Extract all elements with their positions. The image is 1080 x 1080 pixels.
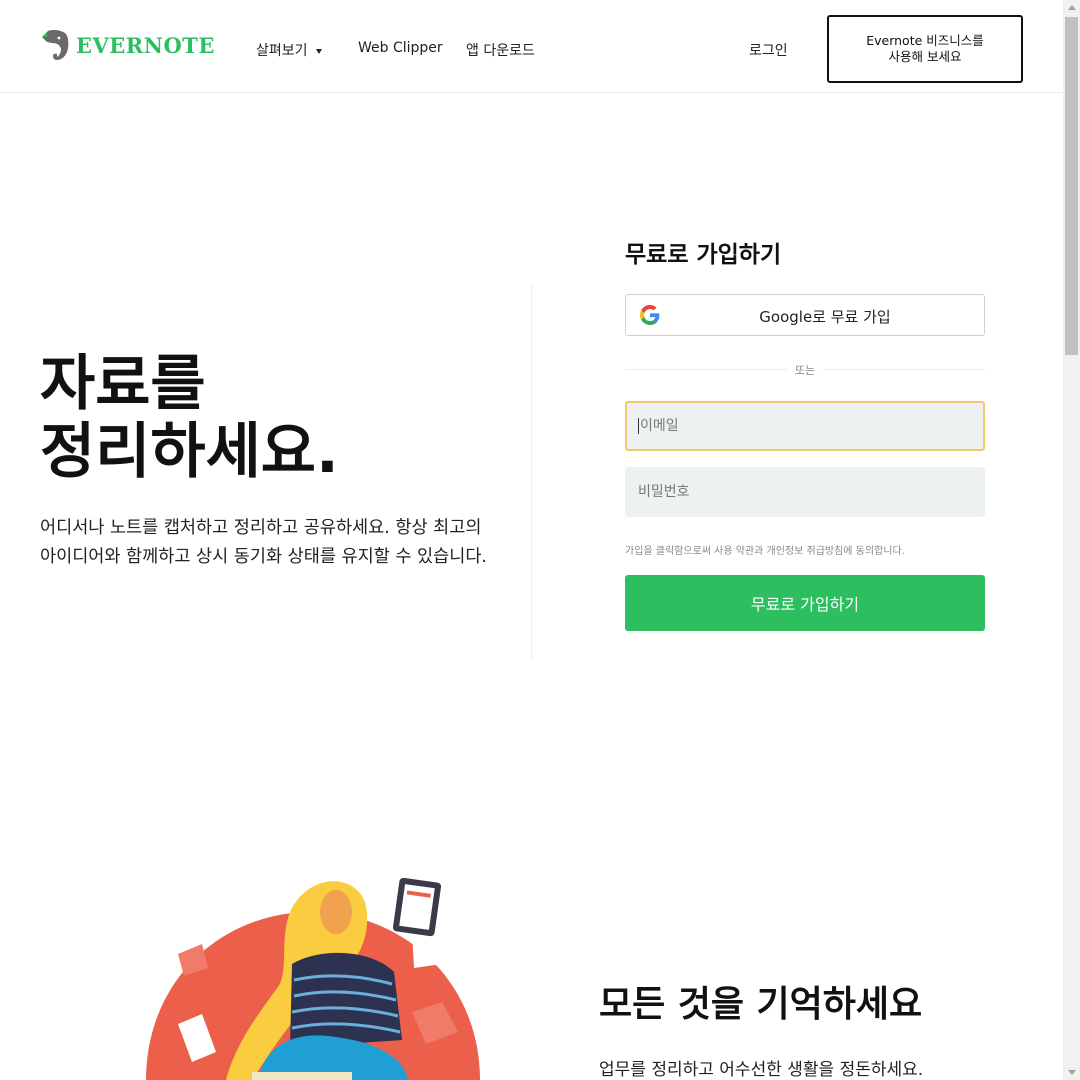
- email-placeholder: 이메일: [640, 418, 679, 434]
- section-description: 업무를 정리하고 어수선한 생활을 정돈하세요.: [599, 1060, 924, 1080]
- google-signup-button[interactable]: Google로 무료 가입: [625, 294, 985, 336]
- nav-web-clipper[interactable]: Web Clipper: [358, 40, 443, 56]
- nav-app-download[interactable]: 앱 다운로드: [466, 40, 535, 60]
- hero-description: 어디서나 노트를 캡처하고 정리하고 공유하세요. 항상 최고의 아이디어와 함…: [40, 518, 488, 567]
- password-placeholder: 비밀번호: [638, 484, 690, 500]
- logo-text: EVERNOTE: [76, 32, 215, 58]
- login-link[interactable]: 로그인: [749, 40, 788, 60]
- signup-heading: 무료로 가입하기: [625, 242, 782, 268]
- tablet-screen-shape: [399, 884, 435, 930]
- caret-down-icon: [315, 48, 322, 54]
- business-button-line1: Evernote 비즈니스를: [866, 33, 984, 48]
- signup-submit-label: 무료로 가입하기: [750, 595, 860, 614]
- scrollbar-thumb[interactable]: [1065, 17, 1078, 355]
- nav-explore[interactable]: 살펴보기: [256, 40, 322, 60]
- section-title: 모든 것을 기억하세요: [599, 984, 923, 1025]
- nav-explore-label: 살펴보기: [256, 43, 308, 59]
- scroll-down-arrow-icon[interactable]: [1068, 1070, 1076, 1075]
- scroll-up-arrow-icon[interactable]: [1068, 5, 1076, 10]
- hero-title-line2: 정리하세요.: [40, 417, 339, 487]
- face-shape: [320, 890, 352, 934]
- business-trial-button[interactable]: Evernote 비즈니스를 사용해 보세요: [827, 15, 1023, 83]
- google-g-icon: [640, 305, 660, 325]
- book-shape: [252, 1072, 352, 1080]
- hero-title-line1: 자료를: [40, 349, 206, 419]
- striped-sweater-shape: [290, 952, 402, 1048]
- google-signup-label: Google로 무료 가입: [759, 308, 891, 326]
- business-button-line2: 사용해 보세요: [888, 49, 962, 64]
- terms-notice: 가입을 클릭함으로써 사용 약관과 개인정보 취급방침에 동의합니다.: [625, 546, 905, 557]
- elephant-icon: [42, 30, 69, 60]
- email-field[interactable]: 이메일: [625, 401, 985, 451]
- site-header: EVERNOTE 살펴보기 Web Clipper 앱 다운로드 로그인 Eve…: [0, 0, 1063, 93]
- password-field[interactable]: 비밀번호: [625, 467, 985, 517]
- page: EVERNOTE 살펴보기 Web Clipper 앱 다운로드 로그인 Eve…: [0, 0, 1063, 1080]
- evernote-logo[interactable]: EVERNOTE: [40, 28, 215, 62]
- woman-with-tablet-illustration: [146, 877, 480, 1080]
- or-label: 또는: [794, 364, 816, 377]
- text-cursor: [638, 418, 639, 434]
- signup-submit-button[interactable]: 무료로 가입하기: [625, 575, 985, 631]
- hero-title: 자료를 정리하세요.: [40, 350, 339, 486]
- vertical-divider: [531, 285, 532, 661]
- or-separator: 또는: [625, 361, 985, 377]
- vertical-scrollbar[interactable]: [1063, 0, 1080, 1080]
